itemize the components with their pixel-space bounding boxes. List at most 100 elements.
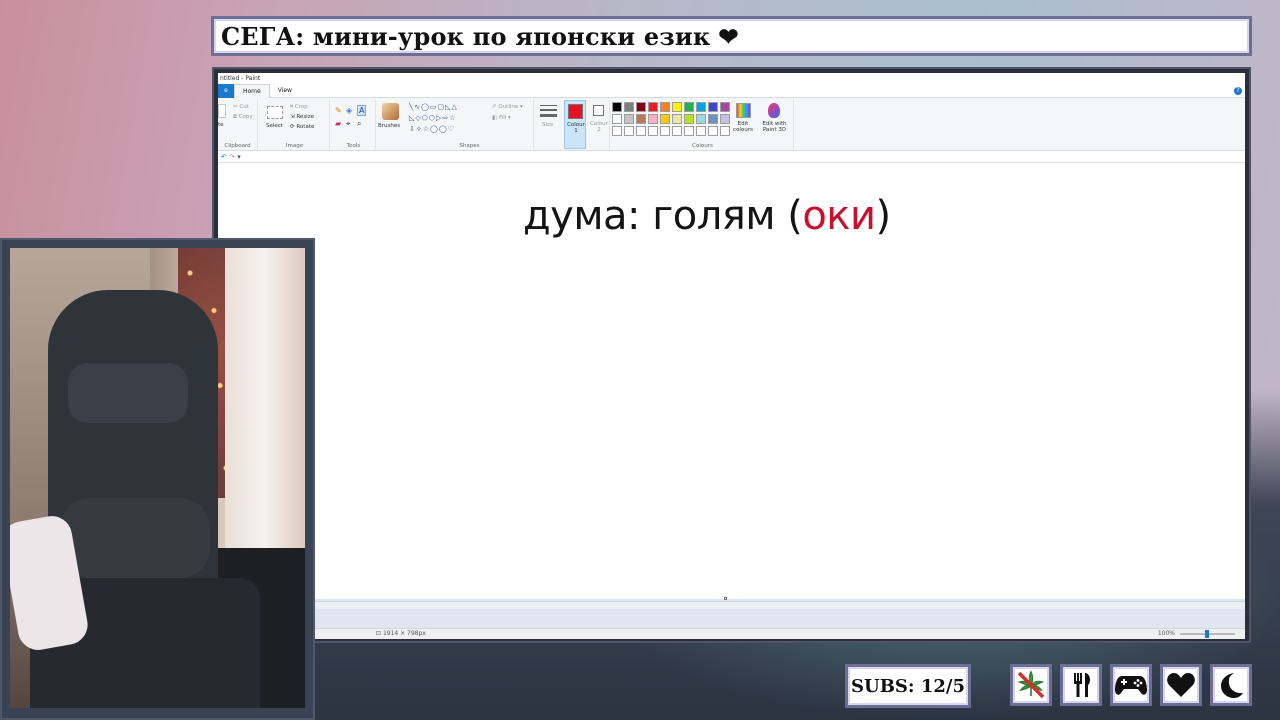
palette-swatch[interactable] [660, 102, 670, 112]
fill-icon[interactable]: ◈ [346, 106, 352, 115]
edit-colours-button[interactable]: Edit colours [732, 121, 754, 133]
custom-swatch[interactable] [648, 126, 658, 136]
colour1-group[interactable]: Colour 1 [564, 100, 586, 149]
pencil-icon[interactable]: ✎ [335, 106, 342, 115]
outline-button[interactable]: ✐ Outline ▾ [492, 104, 523, 110]
magnifier-icon[interactable]: ⌕ [357, 119, 361, 129]
select-button[interactable]: Select [266, 123, 283, 129]
custom-swatch[interactable] [636, 126, 646, 136]
palette-swatch[interactable] [672, 114, 682, 124]
rotate-button[interactable]: ⟳ Rotate [290, 124, 314, 130]
image-label: Image [285, 143, 304, 149]
palette-swatch[interactable] [624, 102, 634, 112]
colour1-swatch[interactable] [568, 104, 583, 119]
brushes-button[interactable]: Brushes [378, 123, 400, 129]
colours-label: Colours [692, 143, 713, 149]
webcam-chair-headrest [68, 363, 188, 423]
custom-swatch[interactable] [708, 126, 718, 136]
palette-swatch[interactable] [660, 114, 670, 124]
shapes-row1-icons[interactable]: ╲∿◯▭▢◺△ [409, 103, 458, 111]
custom-swatch[interactable] [684, 126, 694, 136]
canvas-resize-handle[interactable] [724, 597, 727, 600]
palette-swatch[interactable] [648, 114, 658, 124]
zoom-level: 100% [1157, 630, 1175, 637]
tab-view[interactable]: View [270, 84, 300, 98]
quick-access-toolbar: ↶ ↷ ▾ [218, 151, 1245, 163]
copy-button[interactable]: ⧉ Copy [233, 114, 253, 121]
shapes-row3-icons[interactable]: ⇩✧☆◯◯♡ [409, 125, 455, 133]
text-icon[interactable]: A [357, 105, 367, 116]
resize-button[interactable]: ⇲ Resize [290, 114, 314, 120]
custom-swatch[interactable] [660, 126, 670, 136]
moon-icon [1210, 664, 1252, 706]
canvas-text-close: ) [875, 193, 891, 239]
edit-colours-icon[interactable] [736, 103, 751, 118]
heart-icon: ❤ [718, 21, 739, 51]
custom-swatch[interactable] [672, 126, 682, 136]
custom-swatch[interactable] [624, 126, 634, 136]
palette-swatch[interactable] [720, 102, 730, 112]
palette-swatch[interactable] [720, 114, 730, 124]
palette-swatch[interactable] [636, 102, 646, 112]
palette-swatch[interactable] [612, 114, 622, 124]
eraser-icon[interactable]: ▰ [335, 119, 341, 128]
custom-swatch[interactable] [612, 126, 622, 136]
horizontal-scrollbar[interactable] [218, 601, 1245, 609]
palette-swatch[interactable] [624, 114, 634, 124]
stream-title-banner: СЕГА: мини-урок по японски език ❤ [211, 16, 1252, 56]
fork-knife-icon [1060, 664, 1102, 706]
webcam-chair-lumbar [60, 498, 210, 578]
canvas-text-main: дума: голям ( [523, 193, 803, 239]
image-group: Select ⌗ Crop ⇲ Resize ⟳ Rotate Image [260, 100, 330, 149]
clipboard-label: Clipboard [224, 143, 251, 149]
palette-swatch[interactable] [684, 114, 694, 124]
zoom-slider-knob[interactable] [1205, 630, 1209, 638]
help-icon[interactable]: ? [1234, 87, 1242, 95]
size-button[interactable]: Size [542, 122, 553, 128]
colour-palette[interactable] [612, 102, 734, 138]
paint-title: ntitled - Paint [218, 73, 1245, 84]
paint3d-button[interactable]: Edit with Paint 3D [757, 121, 792, 133]
palette-swatch[interactable] [648, 102, 658, 112]
paste-button[interactable]: te [218, 122, 224, 128]
palette-swatch[interactable] [636, 114, 646, 124]
picker-icon[interactable]: ⌖ [346, 119, 351, 129]
palette-swatch[interactable] [696, 102, 706, 112]
custom-swatch[interactable] [696, 126, 706, 136]
tools-group: ✎ ◈ A ▰ ⌖ ⌕ Tools [332, 100, 376, 149]
paste-icon[interactable] [218, 104, 226, 118]
qat-dropdown-icon[interactable]: ▾ [237, 153, 241, 161]
fill-button[interactable]: ◧ Fill ▾ [492, 115, 511, 121]
select-icon[interactable] [267, 106, 283, 119]
undo-icon[interactable]: ↶ [221, 153, 227, 161]
crop-button[interactable]: ⌗ Crop [290, 104, 308, 111]
palette-swatch[interactable] [696, 114, 706, 124]
clipboard-group: te ✂ Cut ⧉ Copy Clipboard [218, 100, 258, 149]
custom-swatch[interactable] [720, 126, 730, 136]
shapes-row2-icons[interactable]: ◺◇⬠⬡▷⇨☆ [409, 114, 457, 122]
paint3d-icon[interactable] [768, 103, 780, 118]
file-tab[interactable]: e [218, 83, 234, 98]
brushes-icon[interactable] [382, 103, 399, 120]
palette-swatch[interactable] [672, 102, 682, 112]
redo-icon[interactable]: ↷ [229, 153, 235, 161]
palette-swatch[interactable] [708, 102, 718, 112]
tab-home[interactable]: Home [234, 83, 270, 98]
colour1-label: Colour 1 [567, 122, 585, 134]
cut-button[interactable]: ✂ Cut [233, 104, 249, 110]
shapes-label: Shapes [459, 143, 480, 149]
shapes-group: ╲∿◯▭▢◺△ ◺◇⬠⬡▷⇨☆ ⇩✧☆◯◯♡ ✐ Outline ▾ ◧ Fil… [406, 100, 534, 149]
paint-window: ntitled - Paint e Home View ? te ✂ Cut ⧉… [218, 73, 1245, 639]
canvas-dimensions: ⊡ 1914 × 798px [376, 630, 426, 637]
colour2-group[interactable]: Colour 2 [588, 100, 610, 149]
no-weed-icon [1010, 664, 1052, 706]
palette-swatch[interactable] [684, 102, 694, 112]
heart-icon [1160, 664, 1202, 706]
canvas-text-red: оки [802, 193, 876, 239]
paint-tabs: e Home View ? [218, 83, 1245, 98]
palette-swatch[interactable] [612, 102, 622, 112]
ribbon: te ✂ Cut ⧉ Copy Clipboard Select ⌗ Crop … [218, 98, 1245, 151]
colour2-swatch[interactable] [593, 105, 604, 116]
drawing-canvas[interactable]: дума: голям (оки) [218, 163, 1245, 599]
palette-swatch[interactable] [708, 114, 718, 124]
